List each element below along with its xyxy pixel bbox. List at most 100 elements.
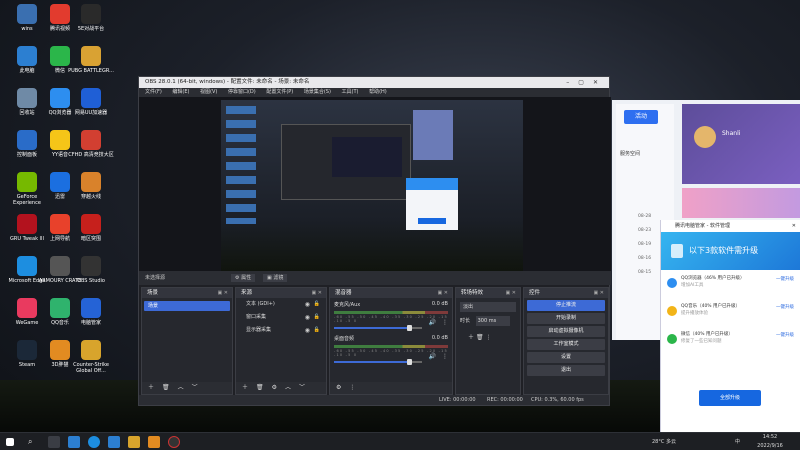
eye-icon[interactable]: ◉ <box>305 324 310 337</box>
speaker-icon[interactable]: 🔊 <box>429 353 436 360</box>
app-icon <box>81 88 101 108</box>
virtual-camera-button[interactable]: 启动虚拟摄像机 <box>527 326 605 337</box>
menu-edit[interactable]: 编辑(E) <box>172 89 189 95</box>
desktop-icon[interactable]: 5E对战平台 <box>68 4 114 32</box>
desktop-icon[interactable]: CFHD 高清竞技大区 <box>68 130 114 158</box>
more-icon[interactable]: ⋮ <box>485 334 491 341</box>
source-toolbar: 未选择源 ⚙ 属性 ▣ 滤镜 <box>139 271 611 285</box>
eye-icon[interactable]: ◉ <box>305 298 310 311</box>
menu-view[interactable]: 视图(V) <box>200 89 217 95</box>
clock[interactable]: 14:52 2022/9/16 <box>750 433 790 450</box>
app-icon <box>81 46 101 66</box>
upgrade-link[interactable]: 一键升级 <box>776 276 794 283</box>
lock-icon[interactable]: 🔓 <box>314 324 320 337</box>
exit-button[interactable]: 退出 <box>527 365 605 376</box>
duration-input[interactable]: 300 ms <box>475 316 510 326</box>
speaker-icon[interactable]: 🔊 <box>429 319 436 326</box>
more-icon[interactable]: ⋮ <box>349 384 355 391</box>
menu-file[interactable]: 文件(F) <box>145 89 162 95</box>
edge-icon[interactable] <box>88 436 100 448</box>
activity-tab[interactable]: 活动 <box>624 110 658 124</box>
source-item-text[interactable]: 文本 (GDI+) ◉ 🔓 <box>236 298 326 311</box>
add-icon[interactable]: ＋ <box>468 334 474 341</box>
obs-window[interactable]: OBS 28.0.1 (64-bit, windows) - 配置文件: 未命名… <box>138 76 611 406</box>
up-icon[interactable]: ︿ <box>285 384 291 391</box>
obs-taskbar-icon[interactable] <box>168 436 180 448</box>
lock-icon[interactable]: 🔓 <box>314 298 320 311</box>
desktop-icon[interactable]: 网易UU加速器 <box>68 88 114 116</box>
scene-item[interactable]: 场景 <box>144 301 230 311</box>
menu-profile[interactable]: 配置文件(P) <box>266 89 293 95</box>
gear-icon[interactable]: ⚙ <box>336 384 341 391</box>
trash-icon[interactable]: 🗑 <box>476 334 484 341</box>
trash-icon[interactable]: 🗑 <box>256 384 264 391</box>
down-icon[interactable]: ﹀ <box>299 384 305 391</box>
file-explorer-icon[interactable] <box>68 436 80 448</box>
more-icon[interactable]: ⋮ <box>442 353 448 360</box>
desktop: wins 腾讯视频 5E对战平台 此电脑 微信 PUBG BATTLEGR... 回收站 QQ… <box>0 0 800 450</box>
app-icon <box>17 4 37 24</box>
app-icon <box>81 130 101 150</box>
update-popup[interactable]: 腾讯电脑管家 - 软件管理 ✕ 以下3款软件需升级 QQ浏览器（46% 用户已升级… <box>660 220 800 432</box>
filters-button[interactable]: ▣ 滤镜 <box>263 274 288 282</box>
transition-select[interactable]: 淡出 <box>460 302 516 312</box>
properties-button[interactable]: ⚙ 属性 <box>231 274 256 282</box>
lock-icon[interactable]: 🔓 <box>314 311 320 324</box>
volume-slider[interactable] <box>334 325 422 331</box>
search-icon[interactable]: ⌕ <box>28 436 40 448</box>
desktop-icon[interactable]: 电脑管家 <box>68 298 114 326</box>
windows-start-icon[interactable] <box>6 438 14 446</box>
preview-desktop-icons <box>226 106 256 224</box>
desktop-icon[interactable]: 暗区突围 <box>68 214 114 242</box>
desktop-icon[interactable]: Counter-Strike Global Off... <box>68 340 114 374</box>
desktop-icon[interactable]: 穿越火线 <box>68 172 114 200</box>
transitions-dock: 转场特效 ▣ ✕ 淡出 时长 300 ms ＋ 🗑 ⋮ <box>455 287 521 395</box>
close-icon[interactable]: ✕ <box>792 220 796 232</box>
app-icon <box>81 256 101 276</box>
explorer-icon[interactable] <box>108 436 120 448</box>
sources-dock: 来源 ▣ ✕ 文本 (GDI+) ◉ 🔓 窗口采集 ◉ 🔓 显示器采集 ◉ 🔓 ＋ 🗑 ⚙ ︿ ﹀ <box>235 287 327 395</box>
gear-icon[interactable]: ⚙ <box>272 384 277 391</box>
desktop-icon[interactable]: OBS Studio <box>68 256 114 284</box>
studio-mode-button[interactable]: 工作室模式 <box>527 339 605 350</box>
avatar <box>694 126 716 148</box>
upgrade-all-button[interactable]: 全部升级 <box>699 390 761 406</box>
more-icon[interactable]: ⋮ <box>442 319 448 326</box>
obs-title-bar[interactable]: OBS 28.0.1 (64-bit, windows) - 配置文件: 未命名… <box>139 77 609 88</box>
trash-icon[interactable]: 🗑 <box>162 384 170 391</box>
csgo-icon[interactable] <box>128 436 140 448</box>
app-icon <box>17 256 37 276</box>
menu-docks[interactable]: 停靠窗口(D) <box>228 89 256 95</box>
window-controls[interactable]: –▢✕ <box>566 77 607 88</box>
preview-area[interactable] <box>139 97 611 272</box>
add-icon[interactable]: ＋ <box>242 384 248 391</box>
source-item-window[interactable]: 窗口采集 ◉ 🔓 <box>236 311 326 324</box>
settings-button[interactable]: 设置 <box>527 352 605 363</box>
add-icon[interactable]: ＋ <box>148 384 154 391</box>
app-icon[interactable] <box>148 436 160 448</box>
audio-meter <box>334 345 448 348</box>
app-desc: 增加AI工具 <box>681 283 704 288</box>
weather[interactable]: 28°C 多云 <box>652 438 676 447</box>
stop-streaming-button[interactable]: 停止推流 <box>527 300 605 311</box>
up-icon[interactable]: ︿ <box>178 384 184 391</box>
menu-help[interactable]: 帮助(H) <box>369 89 387 95</box>
volume-slider[interactable] <box>334 359 422 365</box>
transition-tools: ＋ 🗑 ⋮ <box>468 332 520 341</box>
ime-indicator[interactable]: 中 <box>735 438 740 447</box>
menu-tools[interactable]: 工具(T) <box>342 89 359 95</box>
app-icon <box>17 88 37 108</box>
upgrade-link[interactable]: 一键升级 <box>776 332 794 339</box>
desktop-icon[interactable]: PUBG BATTLEGR... <box>68 46 114 74</box>
task-view-icon[interactable] <box>48 436 60 448</box>
app-desc: 提升播放体验 <box>681 311 708 316</box>
preview-canvas[interactable] <box>221 100 523 272</box>
eye-icon[interactable]: ◉ <box>305 311 310 324</box>
down-icon[interactable]: ﹀ <box>192 384 198 391</box>
upgrade-link[interactable]: 一键升级 <box>776 304 794 311</box>
time-label: 08-23 <box>638 228 652 233</box>
menu-scene-collection[interactable]: 场景集合(S) <box>304 89 331 95</box>
popup-banner: 以下3款软件需升级 <box>661 232 800 270</box>
start-recording-button[interactable]: 开始录制 <box>527 313 605 324</box>
source-item-display[interactable]: 显示器采集 ◉ 🔓 <box>236 324 326 337</box>
